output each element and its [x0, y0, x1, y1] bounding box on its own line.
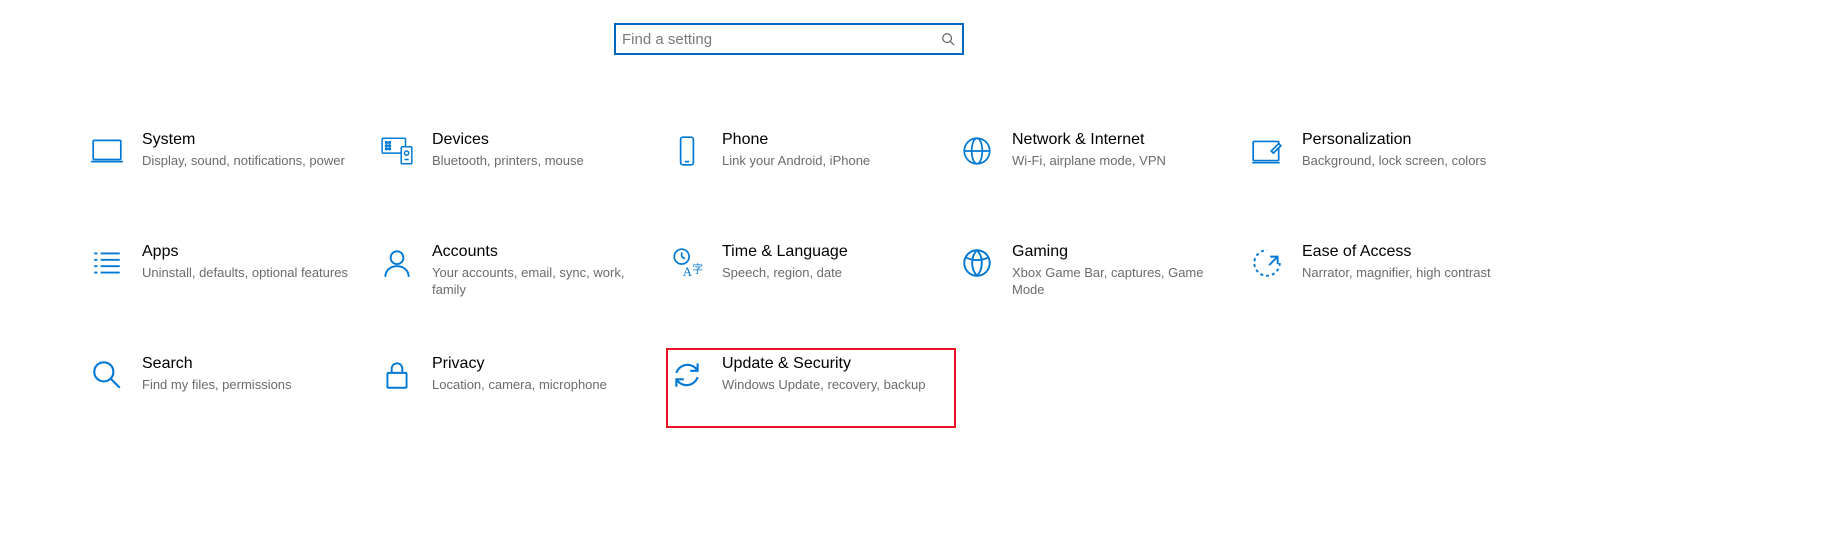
tile-subtitle: Windows Update, recovery, backup: [722, 376, 926, 393]
search-category-icon: [88, 356, 126, 394]
tile-system[interactable]: System Display, sound, notifications, po…: [86, 124, 376, 204]
tile-subtitle: Link your Android, iPhone: [722, 152, 870, 169]
svg-text:A: A: [683, 265, 693, 279]
tile-gaming[interactable]: Gaming Xbox Game Bar, captures, Game Mod…: [956, 236, 1246, 316]
tile-title: Accounts: [432, 242, 642, 262]
tile-subtitle: Your accounts, email, sync, work, family: [432, 264, 642, 298]
tile-title: Devices: [432, 130, 584, 150]
tile-ease-of-access[interactable]: Ease of Access Narrator, magnifier, high…: [1246, 236, 1536, 316]
tile-subtitle: Narrator, magnifier, high contrast: [1302, 264, 1491, 281]
tile-privacy[interactable]: Privacy Location, camera, microphone: [376, 348, 666, 428]
ease-of-access-icon: [1248, 244, 1286, 282]
search-input[interactable]: [616, 25, 934, 53]
tile-update-security[interactable]: Update & Security Windows Update, recove…: [666, 348, 956, 428]
tile-accounts[interactable]: Accounts Your accounts, email, sync, wor…: [376, 236, 666, 316]
settings-grid: System Display, sound, notifications, po…: [86, 124, 1546, 428]
tile-subtitle: Location, camera, microphone: [432, 376, 607, 393]
tile-title: Update & Security: [722, 354, 926, 374]
lock-icon: [378, 356, 416, 394]
tile-subtitle: Bluetooth, printers, mouse: [432, 152, 584, 169]
tile-title: System: [142, 130, 345, 150]
tile-search[interactable]: Search Find my files, permissions: [86, 348, 376, 428]
tile-title: Phone: [722, 130, 870, 150]
tile-subtitle: Display, sound, notifications, power: [142, 152, 345, 169]
accounts-icon: [378, 244, 416, 282]
tile-phone[interactable]: Phone Link your Android, iPhone: [666, 124, 956, 204]
apps-icon: [88, 244, 126, 282]
tile-subtitle: Uninstall, defaults, optional features: [142, 264, 348, 281]
globe-icon: [958, 132, 996, 170]
update-icon: [668, 356, 706, 394]
tile-title: Apps: [142, 242, 348, 262]
tile-apps[interactable]: Apps Uninstall, defaults, optional featu…: [86, 236, 376, 316]
tile-title: Network & Internet: [1012, 130, 1166, 150]
tile-title: Search: [142, 354, 292, 374]
phone-icon: [668, 132, 706, 170]
svg-text:字: 字: [692, 263, 703, 276]
system-icon: [88, 132, 126, 170]
gaming-icon: [958, 244, 996, 282]
tile-time-language[interactable]: A 字 Time & Language Speech, region, date: [666, 236, 956, 316]
tile-title: Gaming: [1012, 242, 1222, 262]
tile-title: Personalization: [1302, 130, 1486, 150]
tile-subtitle: Xbox Game Bar, captures, Game Mode: [1012, 264, 1222, 298]
tile-subtitle: Speech, region, date: [722, 264, 848, 281]
tile-title: Ease of Access: [1302, 242, 1491, 262]
tile-devices[interactable]: Devices Bluetooth, printers, mouse: [376, 124, 666, 204]
personalization-icon: [1248, 132, 1286, 170]
devices-icon: [378, 132, 416, 170]
tile-network[interactable]: Network & Internet Wi-Fi, airplane mode,…: [956, 124, 1246, 204]
tile-title: Privacy: [432, 354, 607, 374]
tile-subtitle: Background, lock screen, colors: [1302, 152, 1486, 169]
search-icon: [934, 25, 962, 53]
time-language-icon: A 字: [668, 244, 706, 282]
tile-subtitle: Find my files, permissions: [142, 376, 292, 393]
tile-title: Time & Language: [722, 242, 848, 262]
tile-subtitle: Wi-Fi, airplane mode, VPN: [1012, 152, 1166, 169]
settings-search[interactable]: [614, 23, 964, 55]
tile-personalization[interactable]: Personalization Background, lock screen,…: [1246, 124, 1536, 204]
